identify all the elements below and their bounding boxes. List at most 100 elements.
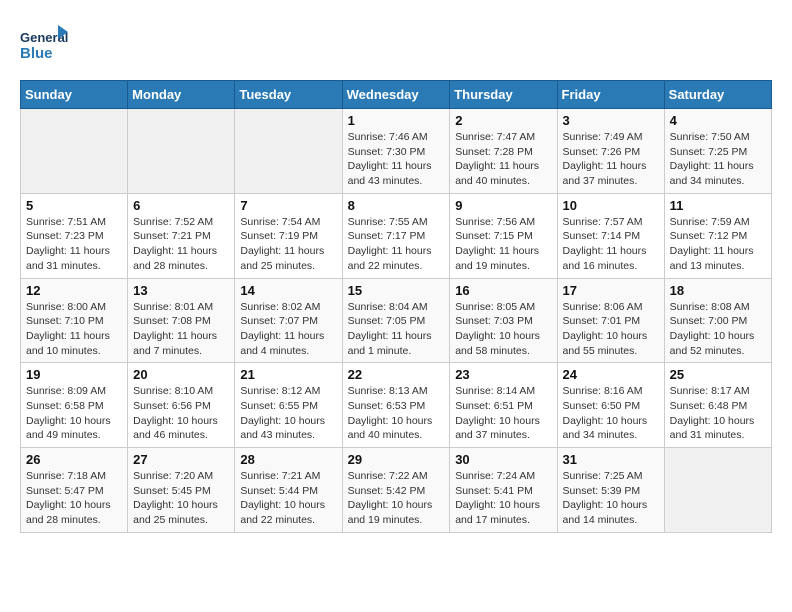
weekday-header-sunday: Sunday — [21, 81, 128, 109]
day-number: 4 — [670, 113, 766, 128]
day-info: Sunrise: 7:20 AM Sunset: 5:45 PM Dayligh… — [133, 469, 229, 528]
day-number: 16 — [455, 283, 551, 298]
calendar-day-16: 16 Sunrise: 8:05 AM Sunset: 7:03 PM Dayli… — [450, 278, 557, 363]
calendar-week-row: 5 Sunrise: 7:51 AM Sunset: 7:23 PM Daylig… — [21, 193, 772, 278]
day-number: 23 — [455, 367, 551, 382]
calendar-day-31: 31 Sunrise: 7:25 AM Sunset: 5:39 PM Dayli… — [557, 448, 664, 533]
day-number: 13 — [133, 283, 229, 298]
calendar-day-29: 29 Sunrise: 7:22 AM Sunset: 5:42 PM Dayli… — [342, 448, 450, 533]
day-number: 18 — [670, 283, 766, 298]
day-number: 12 — [26, 283, 122, 298]
calendar-day-8: 8 Sunrise: 7:55 AM Sunset: 7:17 PM Daylig… — [342, 193, 450, 278]
day-info: Sunrise: 7:52 AM Sunset: 7:21 PM Dayligh… — [133, 215, 229, 274]
day-number: 31 — [563, 452, 659, 467]
day-info: Sunrise: 7:54 AM Sunset: 7:19 PM Dayligh… — [240, 215, 336, 274]
day-number: 26 — [26, 452, 122, 467]
day-number: 20 — [133, 367, 229, 382]
day-info: Sunrise: 8:06 AM Sunset: 7:01 PM Dayligh… — [563, 300, 659, 359]
day-info: Sunrise: 7:22 AM Sunset: 5:42 PM Dayligh… — [348, 469, 445, 528]
day-info: Sunrise: 7:55 AM Sunset: 7:17 PM Dayligh… — [348, 215, 445, 274]
calendar-day-9: 9 Sunrise: 7:56 AM Sunset: 7:15 PM Daylig… — [450, 193, 557, 278]
day-number: 9 — [455, 198, 551, 213]
day-info: Sunrise: 8:04 AM Sunset: 7:05 PM Dayligh… — [348, 300, 445, 359]
day-number: 5 — [26, 198, 122, 213]
calendar-day-1: 1 Sunrise: 7:46 AM Sunset: 7:30 PM Daylig… — [342, 109, 450, 194]
day-info: Sunrise: 8:16 AM Sunset: 6:50 PM Dayligh… — [563, 384, 659, 443]
calendar-day-22: 22Sunrise: 8:13 AM Sunset: 6:53 PM Dayli… — [342, 363, 450, 448]
calendar-empty-cell — [128, 109, 235, 194]
day-number: 14 — [240, 283, 336, 298]
calendar-day-13: 13 Sunrise: 8:01 AM Sunset: 7:08 PM Dayli… — [128, 278, 235, 363]
weekday-header-friday: Friday — [557, 81, 664, 109]
day-info: Sunrise: 8:10 AM Sunset: 6:56 PM Dayligh… — [133, 384, 229, 443]
calendar-table: SundayMondayTuesdayWednesdayThursdayFrid… — [20, 80, 772, 533]
calendar-day-23: 23Sunrise: 8:14 AM Sunset: 6:51 PM Dayli… — [450, 363, 557, 448]
calendar-day-30: 30Sunrise: 7:24 AM Sunset: 5:41 PM Dayli… — [450, 448, 557, 533]
day-number: 28 — [240, 452, 336, 467]
day-number: 24 — [563, 367, 659, 382]
day-info: Sunrise: 8:02 AM Sunset: 7:07 PM Dayligh… — [240, 300, 336, 359]
calendar-day-5: 5 Sunrise: 7:51 AM Sunset: 7:23 PM Daylig… — [21, 193, 128, 278]
day-info: Sunrise: 7:25 AM Sunset: 5:39 PM Dayligh… — [563, 469, 659, 528]
calendar-day-18: 18Sunrise: 8:08 AM Sunset: 7:00 PM Dayli… — [664, 278, 771, 363]
day-number: 11 — [670, 198, 766, 213]
day-info: Sunrise: 8:01 AM Sunset: 7:08 PM Dayligh… — [133, 300, 229, 359]
day-number: 27 — [133, 452, 229, 467]
day-number: 8 — [348, 198, 445, 213]
calendar-header-row: SundayMondayTuesdayWednesdayThursdayFrid… — [21, 81, 772, 109]
day-number: 15 — [348, 283, 445, 298]
day-info: Sunrise: 7:21 AM Sunset: 5:44 PM Dayligh… — [240, 469, 336, 528]
day-number: 3 — [563, 113, 659, 128]
calendar-day-20: 20 Sunrise: 8:10 AM Sunset: 6:56 PM Dayli… — [128, 363, 235, 448]
calendar-day-12: 12 Sunrise: 8:00 AM Sunset: 7:10 PM Dayli… — [21, 278, 128, 363]
day-number: 7 — [240, 198, 336, 213]
calendar-day-6: 6 Sunrise: 7:52 AM Sunset: 7:21 PM Daylig… — [128, 193, 235, 278]
svg-text:Blue: Blue — [20, 45, 53, 62]
day-number: 1 — [348, 113, 445, 128]
day-info: Sunrise: 7:47 AM Sunset: 7:28 PM Dayligh… — [455, 130, 551, 189]
weekday-header-monday: Monday — [128, 81, 235, 109]
calendar-day-28: 28 Sunrise: 7:21 AM Sunset: 5:44 PM Dayli… — [235, 448, 342, 533]
logo-graphic: GeneralBlue — [20, 20, 70, 70]
day-info: Sunrise: 7:50 AM Sunset: 7:25 PM Dayligh… — [670, 130, 766, 189]
day-info: Sunrise: 8:17 AM Sunset: 6:48 PM Dayligh… — [670, 384, 766, 443]
calendar-week-row: 26 Sunrise: 7:18 AM Sunset: 5:47 PM Dayli… — [21, 448, 772, 533]
calendar-week-row: 12 Sunrise: 8:00 AM Sunset: 7:10 PM Dayli… — [21, 278, 772, 363]
calendar-day-17: 17 Sunrise: 8:06 AM Sunset: 7:01 PM Dayli… — [557, 278, 664, 363]
day-info: Sunrise: 7:59 AM Sunset: 7:12 PM Dayligh… — [670, 215, 766, 274]
day-info: Sunrise: 7:49 AM Sunset: 7:26 PM Dayligh… — [563, 130, 659, 189]
calendar-empty-cell — [664, 448, 771, 533]
day-info: Sunrise: 7:56 AM Sunset: 7:15 PM Dayligh… — [455, 215, 551, 274]
calendar-day-26: 26 Sunrise: 7:18 AM Sunset: 5:47 PM Dayli… — [21, 448, 128, 533]
day-info: Sunrise: 8:13 AM Sunset: 6:53 PM Dayligh… — [348, 384, 445, 443]
day-number: 17 — [563, 283, 659, 298]
day-number: 25 — [670, 367, 766, 382]
calendar-week-row: 1 Sunrise: 7:46 AM Sunset: 7:30 PM Daylig… — [21, 109, 772, 194]
day-info: Sunrise: 8:12 AM Sunset: 6:55 PM Dayligh… — [240, 384, 336, 443]
day-info: Sunrise: 7:46 AM Sunset: 7:30 PM Dayligh… — [348, 130, 445, 189]
day-info: Sunrise: 7:57 AM Sunset: 7:14 PM Dayligh… — [563, 215, 659, 274]
calendar-day-27: 27 Sunrise: 7:20 AM Sunset: 5:45 PM Dayli… — [128, 448, 235, 533]
weekday-header-tuesday: Tuesday — [235, 81, 342, 109]
weekday-header-saturday: Saturday — [664, 81, 771, 109]
calendar-day-25: 25 Sunrise: 8:17 AM Sunset: 6:48 PM Dayli… — [664, 363, 771, 448]
day-number: 6 — [133, 198, 229, 213]
weekday-header-thursday: Thursday — [450, 81, 557, 109]
calendar-day-10: 10 Sunrise: 7:57 AM Sunset: 7:14 PM Dayli… — [557, 193, 664, 278]
day-number: 21 — [240, 367, 336, 382]
calendar-empty-cell — [21, 109, 128, 194]
day-info: Sunrise: 7:51 AM Sunset: 7:23 PM Dayligh… — [26, 215, 122, 274]
day-info: Sunrise: 7:24 AM Sunset: 5:41 PM Dayligh… — [455, 469, 551, 528]
calendar-week-row: 19Sunrise: 8:09 AM Sunset: 6:58 PM Dayli… — [21, 363, 772, 448]
calendar-empty-cell — [235, 109, 342, 194]
day-info: Sunrise: 7:18 AM Sunset: 5:47 PM Dayligh… — [26, 469, 122, 528]
calendar-day-21: 21 Sunrise: 8:12 AM Sunset: 6:55 PM Dayli… — [235, 363, 342, 448]
page-header: GeneralBlue — [20, 20, 772, 70]
day-info: Sunrise: 8:09 AM Sunset: 6:58 PM Dayligh… — [26, 384, 122, 443]
day-info: Sunrise: 8:00 AM Sunset: 7:10 PM Dayligh… — [26, 300, 122, 359]
calendar-day-11: 11 Sunrise: 7:59 AM Sunset: 7:12 PM Dayli… — [664, 193, 771, 278]
logo: GeneralBlue — [20, 20, 70, 70]
day-info: Sunrise: 8:05 AM Sunset: 7:03 PM Dayligh… — [455, 300, 551, 359]
day-number: 10 — [563, 198, 659, 213]
day-number: 29 — [348, 452, 445, 467]
